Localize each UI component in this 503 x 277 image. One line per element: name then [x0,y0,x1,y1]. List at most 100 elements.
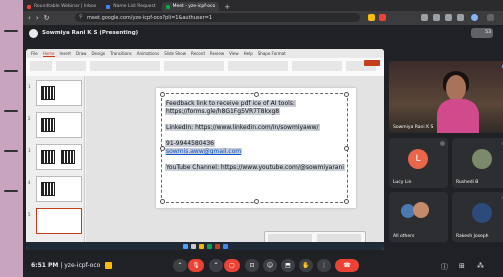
ribbon-group [90,61,160,71]
resize-handle[interactable] [160,92,165,97]
reload-icon[interactable]: ↻ [44,14,50,22]
qr-code-icon [41,182,55,196]
participant-tile-group[interactable]: All others [389,192,448,242]
extension-icon[interactable] [421,14,428,21]
qr-code-icon [61,150,75,164]
present-button[interactable]: ⬒ [281,259,295,272]
people-icon[interactable]: ⁂ [477,262,484,270]
participant-tile[interactable]: Rakesh Joseph · [452,192,503,242]
ribbon-tab-insert[interactable]: Insert [60,51,71,56]
resize-handle[interactable] [344,92,349,97]
participant-tile-speaker[interactable]: Sowmiya Rani K S ≋ [389,61,503,133]
slide-number: 1 [28,84,31,89]
extension-icon[interactable] [379,14,386,21]
resize-handle[interactable] [344,199,349,204]
presenting-label: Sowmiya Rani K S (Presenting) [42,30,139,36]
browser-tab[interactable]: Roundtable Webinar | Inbox [23,2,100,11]
mic-options-button[interactable]: ⌃ [173,259,187,272]
resize-handle[interactable] [344,146,349,151]
app-icon[interactable] [222,243,228,249]
ribbon-group [228,61,288,71]
raise-hand-button[interactable]: ✋ [299,259,313,272]
ribbon-tab-animations[interactable]: Animations [137,51,159,56]
resize-handle[interactable] [254,92,259,97]
mail-icon [27,4,31,9]
app-icon[interactable] [198,243,204,249]
captions-button[interactable]: ⊡ [245,259,259,272]
emoji-button[interactable]: ☺ [263,259,277,272]
slide-canvas: Feedback link to receive pdf ice of AI t… [86,76,384,250]
slide-textbox[interactable]: Feedback link to receive pdf ice of AI t… [160,92,349,204]
mic-off-button[interactable]: 🎙 [188,259,204,272]
info-icon[interactable]: ⓘ [441,262,448,272]
participant-tile[interactable]: Rushedi B · [452,138,503,188]
app-icon[interactable] [206,243,212,249]
leave-call-button[interactable]: ☎ [335,259,359,272]
avatar [472,149,492,169]
camera-options-button[interactable]: ⌃ [209,259,223,272]
current-slide: Feedback link to receive pdf ice of AI t… [156,88,356,208]
app-icon[interactable] [214,243,220,249]
ppt-ribbon [26,58,384,77]
browser-tab-strip: Roundtable Webinar | Inbox Name List Req… [23,0,503,11]
camera-off-button[interactable]: ▢ [224,259,240,272]
site-info-icon[interactable]: ⚲ [79,14,83,20]
slide-thumbnail-selected[interactable] [36,208,82,234]
extension-icon[interactable] [433,14,440,21]
new-tab-button[interactable]: + [224,3,230,11]
backdrop-line [4,30,18,32]
start-icon[interactable] [182,243,188,249]
activities-icon[interactable]: ⊞ [459,262,465,270]
share-button[interactable] [364,60,380,66]
browser-tab-active[interactable]: Meet - yze-icpf-oco [161,2,220,11]
participant-tile[interactable]: L Lucy Lin · [389,138,448,188]
ribbon-tab-draw[interactable]: Draw [76,51,86,56]
ribbon-tab-record[interactable]: Record [191,51,205,56]
windows-taskbar [26,242,384,250]
forward-icon[interactable]: › [36,14,39,22]
profile-avatar[interactable] [471,14,478,21]
presenter-avatar [29,28,38,38]
address-bar[interactable]: ⚲ meet.google.com/yze-icpf-oco?pli=1&aut… [75,13,360,22]
extension-icon[interactable] [445,14,452,21]
more-options-button[interactable]: ⋮ [317,259,331,272]
self-view-chip[interactable]: 53 [471,28,493,38]
resize-handle[interactable] [254,199,259,204]
ribbon-tab-design[interactable]: Design [91,51,105,56]
avatar: L [408,149,428,169]
extension-icon[interactable] [368,14,375,21]
slide-thumbnail[interactable] [36,112,82,138]
ribbon-tab-review[interactable]: Review [210,51,224,56]
resize-handle[interactable] [160,199,165,204]
slide-text-line: 91-9944580436 [165,140,215,147]
slide-thumbnail[interactable] [36,176,82,202]
menu-icon[interactable] [487,14,494,21]
slide-number: 5 [28,212,31,217]
slide-thumbnail[interactable] [36,144,82,170]
back-icon[interactable]: ‹ [28,14,31,22]
search-icon[interactable] [190,243,196,249]
slide-number: 3 [28,148,31,153]
ribbon-tab-file[interactable]: File [31,51,38,56]
slide-number: 2 [28,116,31,121]
slide-text-line: YouTube Channel: https://www.youtube.com… [165,164,345,171]
participant-name: Rakesh Joseph [456,234,489,239]
ribbon-tab-slide-show[interactable]: Slide Show [164,51,186,56]
slide-thumbnail[interactable] [36,80,82,106]
browser-toolbar: ‹ › ↻ ⚲ meet.google.com/yze-icpf-oco?pli… [23,11,503,25]
ribbon-group [164,61,224,71]
whiteboard-icon[interactable] [105,262,113,269]
qr-code-icon [41,118,55,132]
ppt-ribbon-tabs: File Home Insert Draw Design Transitions Anima… [26,49,384,58]
person-body [437,99,479,133]
ribbon-tab-view[interactable]: View [229,51,239,56]
ribbon-tab-home[interactable]: Home [42,51,55,57]
ribbon-tab-help[interactable]: Help [244,51,253,56]
url-text: meet.google.com/yze-icpf-oco?pli=1&authu… [87,14,212,21]
ribbon-tab-shape-format[interactable]: Shape Format [258,51,286,56]
ribbon-tab-transitions[interactable]: Transitions [110,51,131,56]
meet-controls-bar: 6:51 PM | yze-icpf-oco ⌃ 🎙 ⌃ ▢ ⊡ ☺ ⬒ ✋ ⋮… [23,255,503,277]
extension-icon[interactable] [457,14,464,21]
slide-text-line: Feedback link to receive pdf ice of AI t… [165,100,296,107]
browser-tab[interactable]: Name List Request [102,2,159,11]
